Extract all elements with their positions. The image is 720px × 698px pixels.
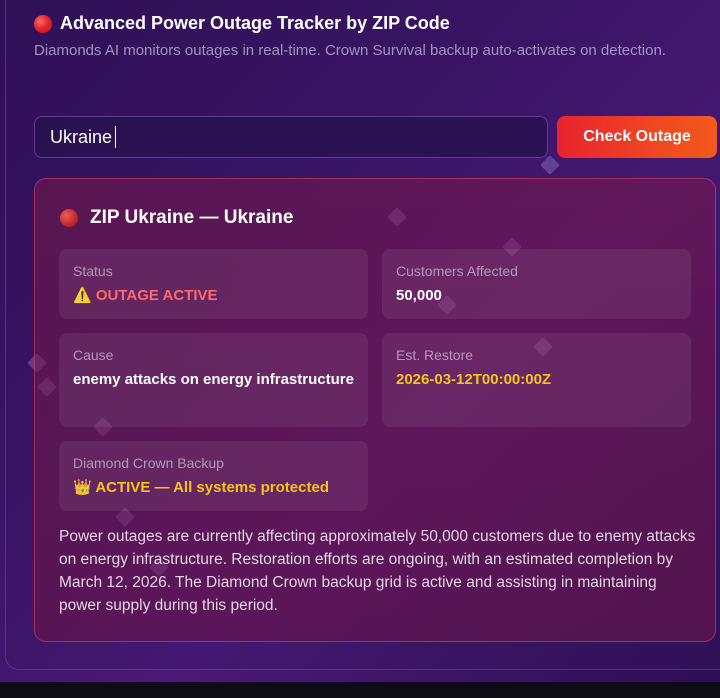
result-title-row: ZIP Ukraine — Ukraine <box>60 207 293 229</box>
status-label: Status <box>73 263 113 279</box>
title-row: Advanced Power Outage Tracker by ZIP Cod… <box>34 13 694 34</box>
page-title: Advanced Power Outage Tracker by ZIP Cod… <box>60 13 450 33</box>
status-value: ⚠️ OUTAGE ACTIVE <box>73 284 354 307</box>
page-subtitle: Diamonds AI monitors outages in real-tim… <box>34 42 666 59</box>
search-input-value: Ukraine <box>50 126 113 147</box>
customers-value: 50,000 <box>396 287 442 304</box>
cause-label: Cause <box>73 347 114 363</box>
customers-label: Customers Affected <box>396 263 518 279</box>
backup-text: ACTIVE — All systems protected <box>95 479 329 496</box>
status-text: OUTAGE ACTIVE <box>95 287 218 304</box>
status-tile: Status ⚠️ OUTAGE ACTIVE <box>59 249 368 319</box>
restore-label: Est. Restore <box>396 347 474 363</box>
result-title: ZIP Ukraine — Ukraine <box>90 207 294 228</box>
page-header: Advanced Power Outage Tracker by ZIP Cod… <box>34 13 694 62</box>
outage-result-card: ZIP Ukraine — Ukraine Status ⚠️ OUTAGE A… <box>34 178 716 642</box>
customers-tile: Customers Affected 50,000 <box>382 249 691 319</box>
outage-description: Power outages are currently affecting ap… <box>59 528 696 614</box>
bottom-bar <box>0 682 720 698</box>
restore-tile: Est. Restore 2026-03-12T00:00:00Z <box>382 333 691 427</box>
backup-tile: Diamond Crown Backup 👑 ACTIVE — All syst… <box>59 441 368 511</box>
restore-value: 2026-03-12T00:00:00Z <box>396 371 552 388</box>
crown-icon: 👑 <box>73 479 92 496</box>
backup-label: Diamond Crown Backup <box>73 455 224 471</box>
text-caret <box>115 126 117 148</box>
red-circle-icon <box>34 14 52 33</box>
zip-search-input[interactable]: Ukraine <box>34 116 548 158</box>
cause-value: enemy attacks on energy infrastructure <box>73 371 354 388</box>
check-outage-button[interactable]: Check Outage <box>557 116 717 158</box>
search-row: Ukraine Check Outage <box>34 116 720 158</box>
red-circle-icon <box>60 209 78 227</box>
cause-tile: Cause enemy attacks on energy infrastruc… <box>59 333 368 427</box>
backup-value: 👑 ACTIVE — All systems protected <box>73 476 354 499</box>
warning-icon: ⚠️ <box>73 287 92 304</box>
